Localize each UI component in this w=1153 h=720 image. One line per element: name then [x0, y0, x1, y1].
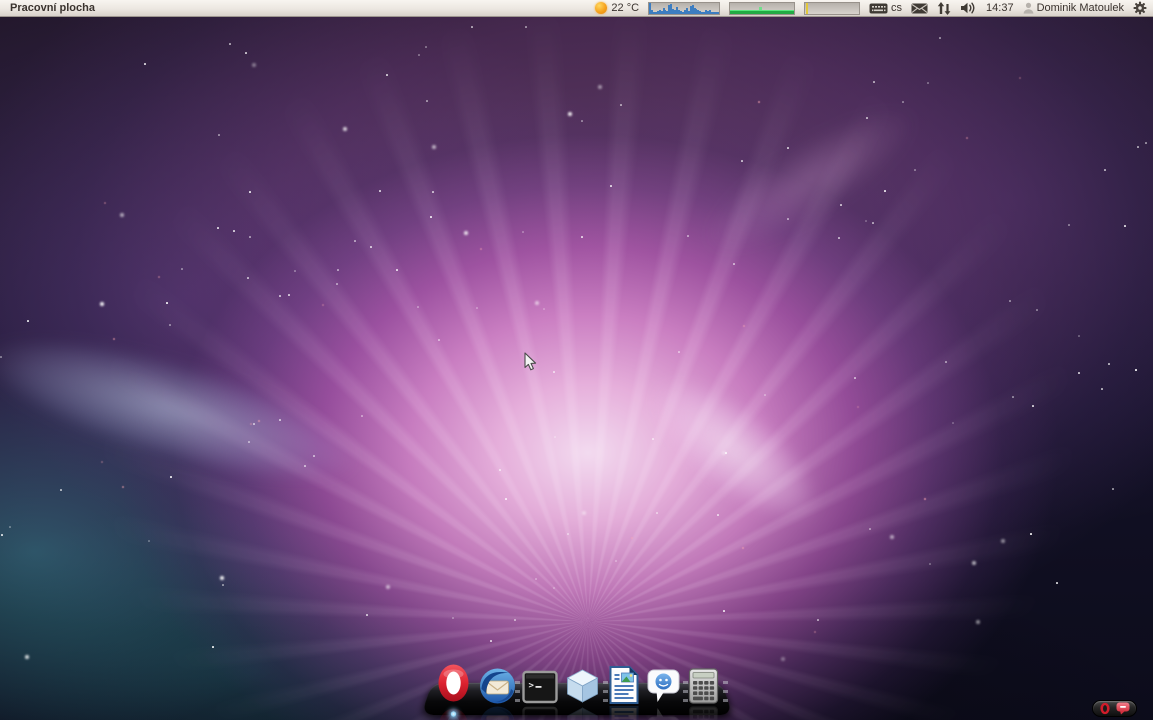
svg-text:>: >	[528, 681, 534, 691]
dock-tray	[1092, 700, 1137, 717]
document-icon	[606, 665, 640, 705]
gear-icon	[1133, 1, 1147, 15]
keyboard-icon	[869, 3, 888, 14]
dock-item-thunderbird[interactable]	[478, 667, 516, 705]
activity-monitor[interactable]	[804, 2, 860, 15]
thunderbird-icon-reflection	[478, 705, 516, 720]
mail-indicator[interactable]	[911, 3, 928, 14]
network-traffic-indicator[interactable]	[937, 2, 951, 15]
desktop: Pracovní plocha 22 °C c	[0, 0, 1153, 720]
updown-arrows-icon	[937, 2, 951, 15]
mouse-cursor	[524, 352, 537, 371]
document-icon-reflection	[606, 705, 640, 720]
sun-icon	[595, 2, 607, 14]
dock-item-opera[interactable]	[433, 661, 473, 705]
top-panel: Pracovní plocha 22 °C c	[0, 0, 1153, 17]
cube-icon-reflection	[563, 705, 601, 720]
volume-icon	[960, 2, 977, 14]
dock: > >	[419, 658, 735, 720]
settings-menu[interactable]	[1133, 1, 1147, 15]
thunderbird-icon	[478, 667, 516, 705]
user-icon	[1023, 2, 1034, 14]
user-name-label: Dominik Matoulek	[1037, 2, 1124, 14]
terminal-icon-reflection: >	[521, 705, 558, 720]
opera-mini-icon[interactable]	[1099, 702, 1111, 715]
dock-item-terminal[interactable]: > >	[521, 669, 558, 705]
activity-tick	[806, 3, 808, 14]
dock-items: > >	[433, 661, 720, 705]
terminal-icon: >	[521, 669, 558, 705]
clock[interactable]: 14:37	[986, 2, 1014, 14]
network-load-fill	[730, 10, 794, 14]
red-chat-bubble-icon[interactable]	[1116, 702, 1130, 715]
keyboard-layout-label: cs	[891, 2, 902, 14]
temperature-label: 22 °C	[611, 2, 639, 14]
user-menu[interactable]: Dominik Matoulek	[1023, 2, 1124, 14]
dock-item-writer[interactable]	[606, 665, 640, 705]
cube-icon	[563, 667, 601, 705]
chat-bubble-icon-reflection	[645, 705, 681, 720]
keyboard-layout-indicator[interactable]: cs	[869, 2, 902, 14]
mail-icon	[911, 3, 928, 14]
cpu-graph-bars	[649, 3, 719, 14]
window-title[interactable]: Pracovní plocha	[6, 2, 99, 14]
dock-item-virtualbox[interactable]	[563, 667, 601, 705]
weather-indicator[interactable]: 22 °C	[595, 2, 639, 14]
calculator-icon-reflection	[686, 705, 720, 720]
dock-perforation	[723, 681, 728, 708]
wallpaper-rays	[0, 17, 1153, 720]
dock-item-messenger[interactable]	[645, 667, 681, 705]
network-load-tick	[759, 7, 762, 10]
network-monitor[interactable]	[729, 2, 795, 15]
opera-icon	[433, 661, 473, 705]
volume-indicator[interactable]	[960, 2, 977, 14]
calculator-icon	[686, 667, 720, 705]
dock-item-calculator[interactable]	[686, 667, 720, 705]
chat-bubble-icon	[645, 667, 681, 705]
cpu-graph[interactable]	[648, 2, 720, 15]
running-indicator	[450, 711, 456, 717]
panel-indicator-cluster: 22 °C cs	[595, 1, 1147, 15]
